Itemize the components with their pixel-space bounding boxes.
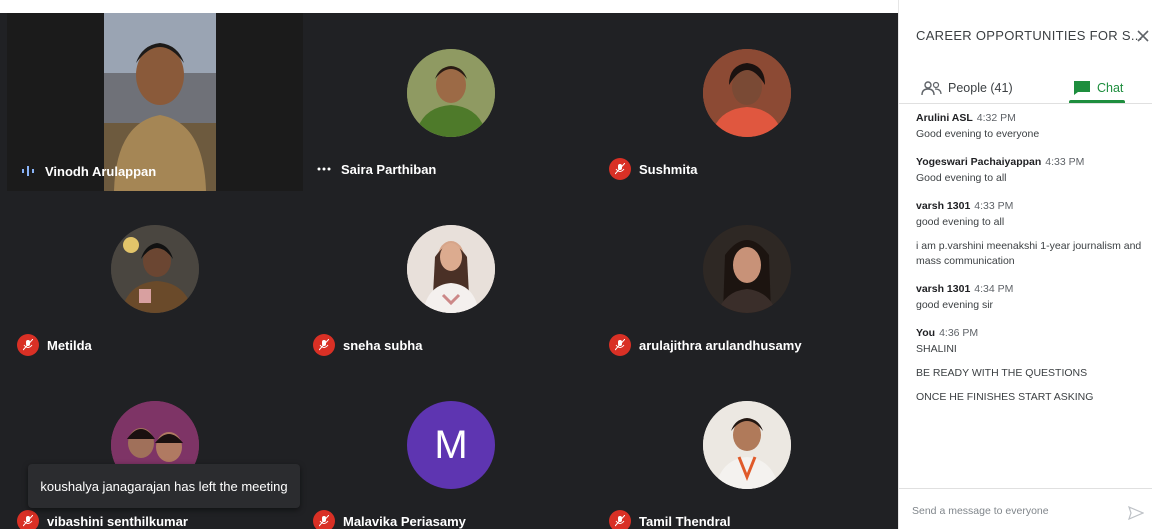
participant-name-bar: Malavika Periasamy <box>313 509 466 529</box>
message-text: good evening sir <box>916 299 994 311</box>
participant-tile[interactable]: Saira Parthiban <box>303 13 599 189</box>
message-sender: varsh 1301 <box>916 200 971 212</box>
chat-tab-label: Chat <box>1097 81 1124 95</box>
close-icon[interactable] <box>1135 28 1151 44</box>
speaking-indicator-icon <box>17 165 39 177</box>
participant-name: vibashini senthilkumar <box>47 513 188 529</box>
participant-tile[interactable]: Vinodh Arulappan <box>7 13 303 191</box>
message-text: Good evening to everyone <box>916 128 1040 140</box>
participant-name: Saira Parthiban <box>341 161 437 177</box>
participant-avatar <box>703 49 791 137</box>
participant-tile[interactable]: Sushmita <box>599 13 895 189</box>
participant-avatar <box>703 225 791 313</box>
message-text: good evening to all <box>916 216 1005 228</box>
message-text: SHALINI <box>916 343 957 355</box>
message-time: 4:34 PM <box>974 283 1014 295</box>
chat-message: varsh 1301 4:34 PM good evening sir <box>916 283 1148 313</box>
video-grid: Vinodh Arulappan Saira Parthiban Sushmit… <box>0 13 898 529</box>
chat-message-list: Arulini ASL 4:32 PM Good evening to every… <box>916 112 1148 419</box>
participant-name-bar: vibashini senthilkumar <box>17 509 188 529</box>
participant-avatar <box>703 401 791 489</box>
chat-message: varsh 1301 4:33 PM good evening to all i … <box>916 200 1148 269</box>
participant-name-bar: arulajithra arulandhusamy <box>609 333 802 357</box>
message-time: 4:33 PM <box>1045 156 1085 168</box>
people-tab-label: People (41) <box>948 81 1013 95</box>
message-sender: Yogeswari Pachaiyappan <box>916 156 1042 168</box>
divider <box>899 488 1152 489</box>
mic-muted-icon <box>313 334 335 356</box>
participant-letter-avatar: M <box>407 401 495 489</box>
chat-message-input[interactable]: Send a message to everyone <box>912 505 1112 517</box>
participant-name: Sushmita <box>639 161 698 177</box>
participant-avatar <box>111 225 199 313</box>
participant-tile[interactable]: M Malavika Periasamy <box>303 365 599 529</box>
participant-name: Metilda <box>47 337 92 353</box>
top-strip <box>0 0 900 13</box>
participant-name-bar: Sushmita <box>609 157 698 181</box>
participant-name: sneha subha <box>343 337 423 353</box>
mic-muted-icon <box>17 510 39 529</box>
participant-name: Malavika Periasamy <box>343 513 466 529</box>
mic-muted-icon <box>609 510 631 529</box>
message-time: 4:36 PM <box>939 327 979 339</box>
mic-muted-icon <box>17 334 39 356</box>
more-dots-icon <box>313 167 335 171</box>
left-meeting-toast: koushalya janagarajan has left the meeti… <box>28 464 300 508</box>
participant-name-bar: sneha subha <box>313 333 422 357</box>
participant-name: Tamil Thendral <box>639 513 731 529</box>
participant-avatar <box>407 49 495 137</box>
chat-message: Yogeswari Pachaiyappan 4:33 PM Good eveni… <box>916 156 1148 186</box>
people-icon <box>921 81 942 96</box>
message-time: 4:33 PM <box>974 200 1014 212</box>
message-time: 4:32 PM <box>976 112 1016 124</box>
message-text: i am p.varshini meenakshi 1-year journal… <box>916 240 1142 267</box>
chat-icon <box>1074 81 1090 95</box>
message-sender: Arulini ASL <box>916 112 973 124</box>
participant-name-bar: Metilda <box>17 333 92 357</box>
tab-people[interactable]: People (41) <box>921 72 1013 104</box>
participant-name-bar: Vinodh Arulappan <box>17 159 156 183</box>
participant-name-bar: Saira Parthiban <box>313 157 436 181</box>
participant-name-bar: Tamil Thendral <box>609 509 731 529</box>
meeting-title: CAREER OPPORTUNITIES FOR S... <box>916 28 1143 43</box>
mic-muted-icon <box>313 510 335 529</box>
mic-muted-icon <box>609 158 631 180</box>
message-sender: varsh 1301 <box>916 283 971 295</box>
send-icon[interactable] <box>1128 506 1144 520</box>
participant-tile[interactable]: sneha subha <box>303 189 599 365</box>
message-sender: You <box>916 327 936 339</box>
participant-tile[interactable]: Metilda <box>7 189 303 365</box>
message-text: Good evening to all <box>916 172 1007 184</box>
participant-tile[interactable]: Tamil Thendral <box>599 365 895 529</box>
divider <box>899 103 1152 104</box>
message-text: ONCE HE FINISHES START ASKING <box>916 391 1094 403</box>
side-panel: CAREER OPPORTUNITIES FOR S... People (41… <box>898 0 1152 529</box>
participant-tile[interactable]: arulajithra arulandhusamy <box>599 189 895 365</box>
participant-avatar <box>407 225 495 313</box>
chat-message: Arulini ASL 4:32 PM Good evening to every… <box>916 112 1148 142</box>
participant-name: Vinodh Arulappan <box>45 163 157 179</box>
participant-name: arulajithra arulandhusamy <box>639 337 802 353</box>
message-text: BE READY WITH THE QUESTIONS <box>916 367 1088 379</box>
mic-muted-icon <box>609 334 631 356</box>
chat-message: You 4:36 PM SHALINI BE READY WITH THE QUE… <box>916 327 1148 405</box>
